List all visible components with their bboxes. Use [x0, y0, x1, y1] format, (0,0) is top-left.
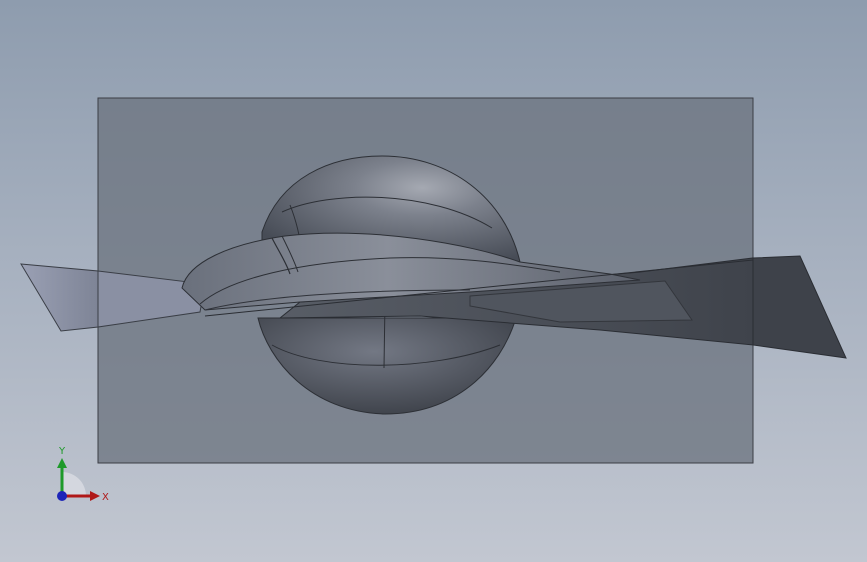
model-scene[interactable] [0, 0, 867, 562]
z-axis-dot-icon [57, 491, 67, 501]
coordinate-triad: Y X [57, 446, 109, 503]
left-wing-outer[interactable] [20, 263, 99, 332]
triad-quarter-disc [62, 472, 86, 496]
graphics-viewport[interactable]: Y X [0, 0, 867, 562]
x-axis-label: X [102, 492, 109, 503]
x-axis-arrow-icon [90, 491, 100, 501]
y-axis-label: Y [58, 446, 66, 457]
right-wing-outer[interactable] [752, 255, 847, 359]
y-axis-arrow-icon [57, 458, 67, 468]
